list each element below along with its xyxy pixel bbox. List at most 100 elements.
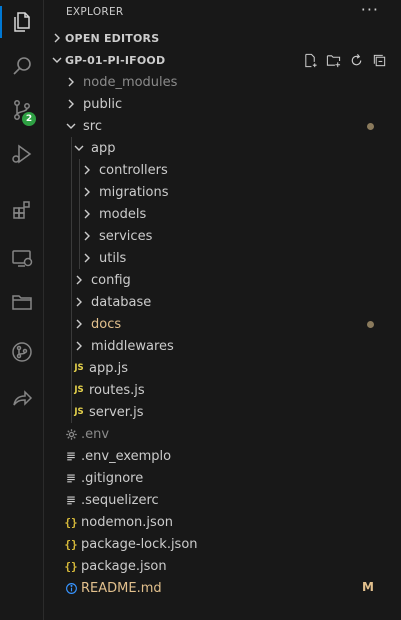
chevron-right-icon	[63, 74, 79, 90]
search-activity-button[interactable]	[0, 44, 44, 88]
file-item[interactable]: {} nodemon.json	[45, 511, 401, 533]
indent-guide	[71, 159, 72, 181]
chevron-right-icon	[79, 250, 95, 266]
folder-item[interactable]: docs	[45, 313, 401, 335]
indent-guide	[79, 247, 80, 269]
file-tree: node_modulespublic src app controllers migra…	[45, 71, 401, 599]
javascript-file-icon: JS	[74, 407, 84, 417]
indent-guide	[71, 203, 72, 225]
folder-item[interactable]: public	[45, 93, 401, 115]
indent-guide	[79, 225, 80, 247]
tree-item-label: models	[99, 206, 147, 222]
file-item[interactable]: .sequelizerc	[45, 489, 401, 511]
tree-item-label: node_modules	[83, 74, 178, 90]
project-section-header[interactable]: GP-01-PI-IFOOD	[45, 49, 401, 71]
tree-item-label: database	[91, 294, 152, 310]
folder-item[interactable]: controllers	[45, 159, 401, 181]
tree-item-label: public	[83, 96, 123, 112]
tree-item-label: controllers	[99, 162, 168, 178]
tree-item-label: nodemon.json	[81, 514, 174, 530]
chevron-right-icon	[63, 96, 79, 112]
indent-guide	[71, 181, 72, 203]
live-share-activity-button[interactable]	[0, 376, 44, 420]
run-debug-icon	[12, 144, 32, 164]
file-item[interactable]: JS app.js	[45, 357, 401, 379]
git-status-badge: M	[362, 580, 374, 594]
chevron-right-icon	[79, 228, 95, 244]
collapse-all-button[interactable]	[371, 52, 387, 68]
folder-item[interactable]: services	[45, 225, 401, 247]
indent-guide	[79, 181, 80, 203]
chevron-down-icon	[71, 140, 87, 156]
indent-guide	[71, 291, 72, 313]
folder-item[interactable]: migrations	[45, 181, 401, 203]
folder-item[interactable]: models	[45, 203, 401, 225]
explorer-activity-button[interactable]	[0, 0, 44, 44]
git-graph-activity-button[interactable]	[0, 330, 44, 374]
file-item[interactable]: JS server.js	[45, 401, 401, 423]
indent-guide	[71, 247, 72, 269]
folder-item[interactable]: src	[45, 115, 401, 137]
file-item[interactable]: README.md M	[45, 577, 401, 599]
project-manager-activity-button[interactable]	[0, 280, 44, 324]
tree-item-label: routes.js	[89, 382, 145, 398]
source-control-activity-button[interactable]: 2	[0, 88, 44, 132]
new-file-button[interactable]	[302, 52, 318, 68]
chevron-down-icon	[45, 54, 65, 66]
more-actions-button[interactable]: ···	[361, 2, 379, 18]
folder-item[interactable]: database	[45, 291, 401, 313]
files-icon	[14, 12, 30, 32]
file-item[interactable]: .env	[45, 423, 401, 445]
explorer-header: EXPLORER ···	[45, 0, 401, 24]
tree-item-label: utils	[99, 250, 127, 266]
search-icon	[13, 57, 31, 75]
indent-guide	[71, 401, 72, 423]
refresh-explorer-button[interactable]	[348, 52, 364, 68]
git-graph-icon	[12, 342, 32, 362]
file-item[interactable]: {} package.json	[45, 555, 401, 577]
tree-item-label: app.js	[89, 360, 128, 376]
chevron-right-icon	[79, 184, 95, 200]
run-debug-activity-button[interactable]	[0, 132, 44, 176]
text-file-icon	[63, 470, 79, 486]
modified-dot-badge	[367, 321, 374, 328]
chevron-right-icon	[45, 32, 65, 44]
gear-icon	[63, 426, 79, 442]
new-file-icon	[304, 53, 317, 67]
extensions-activity-button[interactable]	[0, 188, 44, 232]
explorer-title: EXPLORER	[66, 6, 124, 18]
new-folder-button[interactable]	[325, 52, 341, 68]
folder-item[interactable]: utils	[45, 247, 401, 269]
folder-item[interactable]: node_modules	[45, 71, 401, 93]
tree-item-label: .env_exemplo	[81, 448, 172, 464]
file-item[interactable]: JS routes.js	[45, 379, 401, 401]
file-item[interactable]: .env_exemplo	[45, 445, 401, 467]
activity-bar: 2	[0, 0, 44, 620]
live-share-icon	[13, 390, 33, 406]
tree-item-label: .sequelizerc	[81, 492, 159, 508]
file-item[interactable]: {} package-lock.json	[45, 533, 401, 555]
chevron-down-icon	[63, 118, 79, 134]
folder-item[interactable]: config	[45, 269, 401, 291]
javascript-file-icon: JS	[74, 363, 84, 373]
indent-guide	[71, 335, 72, 357]
indent-guide	[79, 203, 80, 225]
folder-item[interactable]: app	[45, 137, 401, 159]
open-editors-label: OPEN EDITORS	[65, 31, 160, 45]
tree-item-label: migrations	[99, 184, 169, 200]
tree-item-label: package-lock.json	[81, 536, 198, 552]
tree-item-label: middlewares	[91, 338, 174, 354]
remote-explorer-activity-button[interactable]	[0, 236, 44, 280]
section-actions	[302, 52, 387, 68]
folder-icon	[12, 295, 32, 310]
remote-explorer-icon	[12, 250, 33, 267]
chevron-right-icon	[79, 162, 95, 178]
folder-item[interactable]: middlewares	[45, 335, 401, 357]
tree-item-label: docs	[91, 316, 122, 332]
indent-guide	[71, 137, 72, 159]
chevron-right-icon	[71, 294, 87, 310]
indent-guide	[79, 159, 80, 181]
file-item[interactable]: .gitignore	[45, 467, 401, 489]
open-editors-section-header[interactable]: OPEN EDITORS	[45, 27, 401, 49]
tree-item-label: .gitignore	[81, 470, 144, 486]
